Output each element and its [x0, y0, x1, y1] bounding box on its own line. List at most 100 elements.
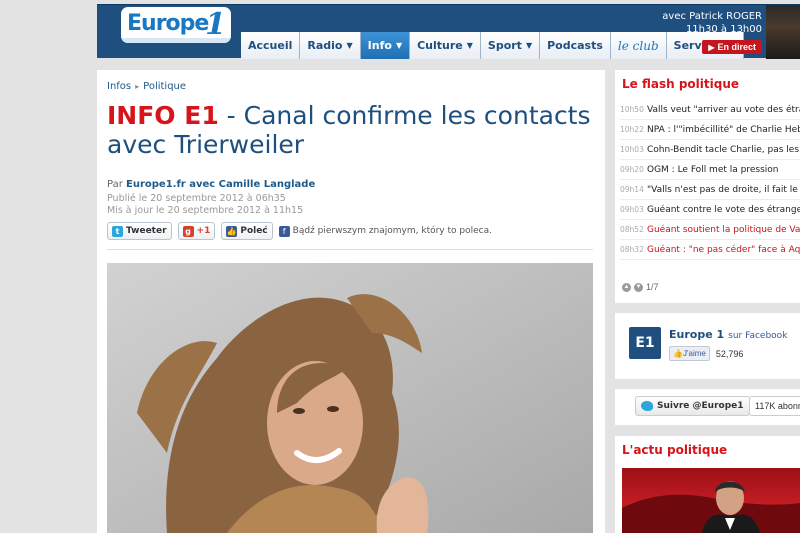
tweet-label: Tweeter	[126, 226, 167, 236]
logo-underline	[121, 38, 231, 43]
flash-text: Guéant soutient la politique de Valls	[647, 224, 800, 235]
list-item[interactable]: 08h32 Guéant : "ne pas céder" face à Aqmi	[620, 240, 800, 260]
flash-time: 08h52	[620, 225, 644, 234]
nav-accueil[interactable]: Accueil	[241, 32, 301, 59]
nav-label: Info	[367, 39, 392, 52]
flash-text: OGM : Le Foll met la pression	[647, 164, 779, 175]
list-item[interactable]: 08h52 Guéant soutient la politique de Val…	[620, 220, 800, 240]
flash-text: Valls veut "arriver au vote des étranger…	[647, 104, 800, 115]
list-item[interactable]: 09h20 OGM : Le Foll met la pression	[620, 160, 800, 180]
breadcrumb: Infos ▸ Politique	[107, 81, 186, 92]
pager-count: 1/7	[646, 282, 659, 292]
flash-time: 10h22	[620, 125, 644, 134]
tweet-button[interactable]: t Tweeter	[107, 222, 172, 240]
divider	[107, 249, 593, 250]
like-count: 52,796	[715, 348, 744, 359]
portrait-photo-illustration	[107, 263, 593, 533]
article-dates: Publié le 20 septembre 2012 à 06h35 Mis …	[107, 193, 303, 217]
caret-down-icon: ▼	[525, 41, 533, 50]
actu-politique-panel: L'actu politique	[615, 436, 800, 533]
published-date: Publié le 20 septembre 2012 à 06h35	[107, 193, 286, 204]
breadcrumb-politique[interactable]: Politique	[143, 81, 186, 92]
nav-label: Accueil	[248, 39, 293, 52]
article: Infos ▸ Politique INFO E1 - Canal confirme…	[97, 70, 605, 533]
nav-le-club[interactable]: le club	[610, 32, 667, 59]
logo-text: Europe	[127, 11, 209, 36]
caret-down-icon: ▼	[346, 41, 353, 50]
follow-label: Suivre @Europe1	[657, 401, 744, 411]
flash-text: Guéant contre le vote des étrangers	[647, 204, 800, 215]
on-air-time: 11h30 à 13h00	[685, 24, 762, 35]
like-button[interactable]: 👍 J'aime	[669, 346, 710, 361]
nav-label: le club	[617, 38, 659, 53]
breadcrumb-infos[interactable]: Infos	[107, 81, 131, 92]
caret-down-icon: ▼	[466, 41, 473, 50]
flash-time: 08h32	[620, 245, 644, 254]
article-headline: INFO E1 - Canal confirme les contacts av…	[107, 101, 597, 159]
list-item[interactable]: 10h50 Valls veut "arriver au vote des étr…	[620, 100, 800, 120]
gplus-count: +1	[196, 226, 211, 236]
host-photo	[766, 5, 800, 59]
flash-time: 10h03	[620, 145, 644, 154]
nav-sport[interactable]: Sport ▼	[480, 32, 541, 59]
nav-culture[interactable]: Culture ▼	[410, 32, 481, 59]
flash-text: NPA : l'"imbécillité" de Charlie Hebdo	[647, 124, 800, 135]
actu-photo[interactable]	[622, 468, 800, 533]
share-bar: t Tweeter g +1 👍 Poleć f Bądź pierwszym znaj…	[107, 222, 492, 240]
facebook-like-row: 👍 J'aime 52,796	[669, 346, 743, 361]
facebook-page-name[interactable]: Europe 1 sur Facebook	[669, 328, 787, 341]
live-label: En direct	[717, 42, 756, 52]
nav-label: Podcasts	[547, 39, 603, 52]
actu-title: L'actu politique	[622, 443, 728, 457]
nav-label: Culture	[417, 39, 463, 52]
byline-author[interactable]: Europe1.fr avec Camille Langlade	[126, 179, 315, 190]
follow-button[interactable]: Suivre @Europe1	[635, 396, 750, 416]
live-button[interactable]: ▶ En direct	[702, 40, 762, 54]
thumbs-up-icon: 👍	[226, 225, 238, 237]
google-plus-icon: g	[182, 225, 194, 237]
nav-label: Radio	[307, 39, 343, 52]
facebook-box: E1 Europe 1 sur Facebook 👍 J'aime 52,796	[615, 313, 800, 379]
on-air-host: avec Patrick ROGER	[662, 11, 762, 22]
updated-date: Mis à jour le 20 septembre 2012 à 11h15	[107, 205, 304, 216]
caret-down-icon: ▼	[395, 41, 403, 50]
arrow-up-icon[interactable]: ▲	[622, 282, 631, 292]
like-label: J'aime	[682, 349, 706, 358]
flash-list: 10h50 Valls veut "arriver au vote des étr…	[620, 100, 800, 260]
flash-text: Guéant : "ne pas céder" face à Aqmi	[647, 244, 800, 255]
list-item[interactable]: 09h03 Guéant contre le vote des étrangers	[620, 200, 800, 220]
facebook-page-title: Europe 1	[669, 328, 725, 341]
list-item[interactable]: 10h22 NPA : l'"imbécillité" de Charlie He…	[620, 120, 800, 140]
europe1-square-logo[interactable]: E1	[629, 327, 661, 359]
chevron-right-icon: ▸	[135, 82, 140, 91]
actu-photo-illustration	[622, 481, 800, 533]
flash-time: 10h50	[620, 105, 644, 114]
play-icon: ▶	[708, 43, 715, 52]
facebook-icon: f	[278, 225, 290, 237]
article-photo	[107, 263, 593, 533]
arrow-down-icon[interactable]: ▼	[634, 282, 643, 292]
follower-count: 117K abonnés	[749, 396, 800, 416]
main-nav: Accueil Radio ▼ Info ▼ Culture ▼ Sport ▼ Pod…	[241, 32, 745, 59]
nav-podcasts[interactable]: Podcasts	[540, 32, 611, 59]
flash-time: 09h14	[620, 185, 644, 194]
fb-social-label: Bądź pierwszym znajomym, który to poleca…	[292, 226, 492, 236]
nav-radio[interactable]: Radio ▼	[300, 32, 361, 59]
flash-text: Cohn-Bendit tacle Charlie, pas les manif…	[647, 144, 800, 155]
gplus-button[interactable]: g +1	[177, 222, 216, 240]
list-item[interactable]: 09h14 "Valls n'est pas de droite, il fait…	[620, 180, 800, 200]
europe1-logo[interactable]: Europe 1	[121, 7, 231, 43]
on-air-info: avec Patrick ROGER 11h30 à 13h00	[662, 10, 762, 36]
byline-prefix: Par	[107, 179, 126, 190]
headline-tag: INFO E1	[107, 101, 219, 130]
nav-info[interactable]: Info ▼	[360, 32, 411, 59]
facebook-social-text: f Bądź pierwszym znajomym, który to polec…	[278, 225, 492, 237]
flash-text: "Valls n'est pas de droite, il fait le j…	[647, 184, 800, 195]
facebook-recommend-button[interactable]: 👍 Poleć	[221, 222, 273, 240]
twitter-box: Suivre @Europe1 117K abonnés	[615, 389, 800, 425]
site-header: Europe 1 Accueil Radio ▼ Info ▼ Culture ▼ S…	[97, 4, 800, 59]
thumbs-up-icon: 👍	[673, 349, 683, 358]
flash-politique-panel: Le flash politique 10h50 Valls veut "arri…	[615, 70, 800, 303]
logo-digit: 1	[205, 7, 226, 42]
list-item[interactable]: 10h03 Cohn-Bendit tacle Charlie, pas les …	[620, 140, 800, 160]
